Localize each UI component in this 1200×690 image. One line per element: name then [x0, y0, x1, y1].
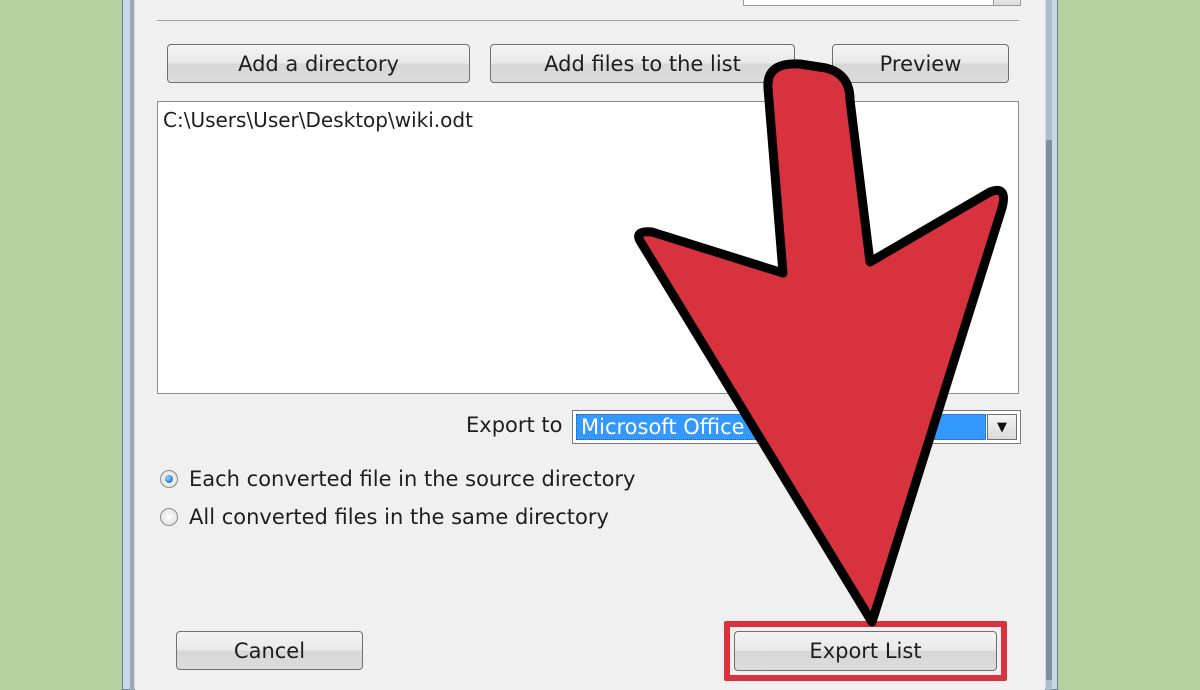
red-arrow-icon	[634, 59, 1008, 627]
arrow-shape	[634, 59, 1008, 627]
